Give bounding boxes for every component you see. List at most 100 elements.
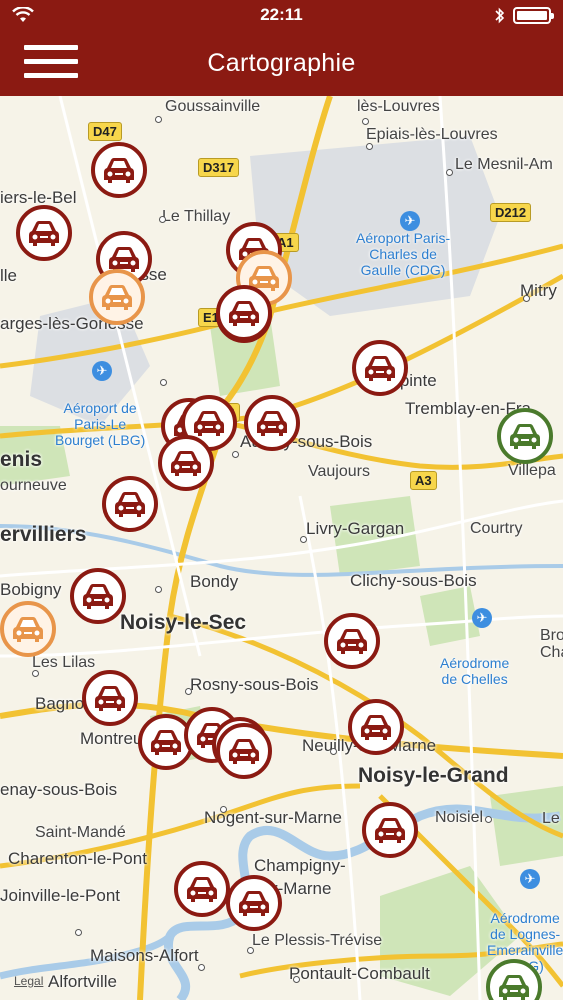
car-icon (365, 356, 395, 381)
place-label: Charenton-le-Pont (8, 849, 147, 868)
vehicle-marker[interactable] (362, 802, 418, 858)
town-dot (446, 169, 453, 176)
vehicle-marker[interactable] (244, 395, 300, 451)
car-icon (510, 424, 540, 449)
car-icon (83, 584, 113, 609)
airport-label-line: Gaulle (CDG) (360, 262, 446, 278)
vehicle-marker[interactable] (102, 476, 158, 532)
town-dot (155, 116, 162, 123)
place-label: Champigny- (254, 856, 346, 875)
road-shield: D212 (490, 203, 532, 222)
vehicle-marker[interactable] (89, 269, 145, 325)
road-shield: D317 (198, 158, 240, 177)
airport-label-line: Bourget (LBG) (55, 432, 146, 448)
town-dot (330, 748, 337, 755)
place-label: Villepa (508, 462, 556, 479)
place-label: Bondy (190, 572, 239, 591)
airport-label: Aérodrome de Chelles (440, 655, 509, 687)
place-label: Joinville-le-Pont (0, 886, 120, 905)
place-label: Vaujours (308, 463, 370, 480)
car-icon (229, 301, 259, 326)
town-dot (155, 586, 162, 593)
status-bar: 22:11 (0, 0, 563, 30)
town-dot (232, 451, 239, 458)
car-icon (239, 891, 269, 916)
vehicle-marker[interactable] (324, 613, 380, 669)
airplane-icon: ✈ (400, 211, 420, 231)
vehicle-marker[interactable] (348, 699, 404, 755)
car-icon (361, 715, 391, 740)
car-icon (337, 629, 367, 654)
car-icon (104, 158, 134, 183)
car-icon (102, 285, 132, 310)
car-icon (115, 492, 145, 517)
town-dot (160, 379, 167, 386)
vehicle-marker[interactable] (82, 670, 138, 726)
town-dot (198, 964, 205, 971)
place-label: Le Plessis-Trévise (252, 932, 383, 949)
airport-label-line: Paris-Le (74, 416, 127, 432)
battery-icon (513, 6, 554, 24)
vehicle-marker[interactable] (216, 723, 272, 779)
place-label: Pontault-Combault (289, 964, 430, 983)
place-label: Epiais-lès-Louvres (366, 126, 498, 143)
vehicle-marker[interactable] (497, 408, 553, 464)
place-label: Le Mesnil-Am (455, 156, 553, 173)
place-label: ourneuve (0, 477, 67, 494)
map-view[interactable]: Goussainville lès-Louvres Epiais-lès-Louvr… (0, 96, 563, 1000)
place-label: Courtry (470, 520, 523, 537)
airport-label-line: Emerainville (487, 942, 563, 958)
nav-bar: Cartographie (0, 30, 563, 96)
town-dot (75, 929, 82, 936)
legal-link[interactable]: Legal (14, 974, 43, 988)
vehicle-marker[interactable] (16, 205, 72, 261)
airplane-icon: ✈ (520, 869, 540, 889)
vehicle-marker[interactable] (0, 601, 56, 657)
vehicle-marker[interactable] (70, 568, 126, 624)
place-label: Noisiel (435, 809, 484, 826)
town-dot (159, 216, 166, 223)
place-label: Noisy-le-Sec (120, 611, 247, 634)
place-label: lle (0, 266, 18, 285)
car-icon (151, 730, 181, 755)
airplane-icon: ✈ (472, 608, 492, 628)
place-label: enis (0, 448, 43, 471)
town-dot (220, 806, 227, 813)
vehicle-marker[interactable] (216, 285, 272, 341)
car-icon (187, 877, 217, 902)
airport-label-line: Aérodrome (440, 655, 510, 671)
airport-label-line: Aéroport de (63, 400, 137, 416)
vehicle-marker[interactable] (158, 435, 214, 491)
car-icon (499, 975, 529, 1000)
town-dot (293, 976, 300, 983)
place-label: Rosny-sous-Bois (190, 675, 319, 694)
town-dot (32, 670, 39, 677)
place-label: Bro (540, 627, 563, 644)
town-dot (366, 143, 373, 150)
vehicle-marker[interactable] (226, 875, 282, 931)
place-label: Saint-Mandé (35, 824, 126, 841)
vehicle-marker[interactable] (91, 142, 147, 198)
car-icon (194, 411, 224, 436)
status-time: 22:11 (260, 5, 303, 24)
airport-label-line: Aéroport Paris- (356, 230, 451, 246)
place-label: ervilliers (0, 523, 87, 546)
town-dot (523, 295, 530, 302)
car-icon (229, 739, 259, 764)
airport-label-line: Aérodrome (490, 910, 560, 926)
airport-label: Aéroport Paris- Charles de Gaulle (CDG) (356, 230, 450, 278)
menu-button[interactable] (24, 45, 78, 81)
vehicle-marker[interactable] (352, 340, 408, 396)
airport-label-line: de Chelles (441, 671, 508, 687)
place-label: Livry-Gargan (306, 519, 405, 538)
airplane-icon: ✈ (92, 361, 112, 381)
vehicle-marker[interactable] (174, 861, 230, 917)
car-icon (13, 617, 43, 642)
road-shield: D47 (88, 122, 122, 141)
car-icon (171, 451, 201, 476)
car-icon (375, 818, 405, 843)
road-shield: A3 (410, 471, 437, 490)
town-dot (485, 816, 492, 823)
town-dot (300, 536, 307, 543)
town-dot (362, 118, 369, 125)
